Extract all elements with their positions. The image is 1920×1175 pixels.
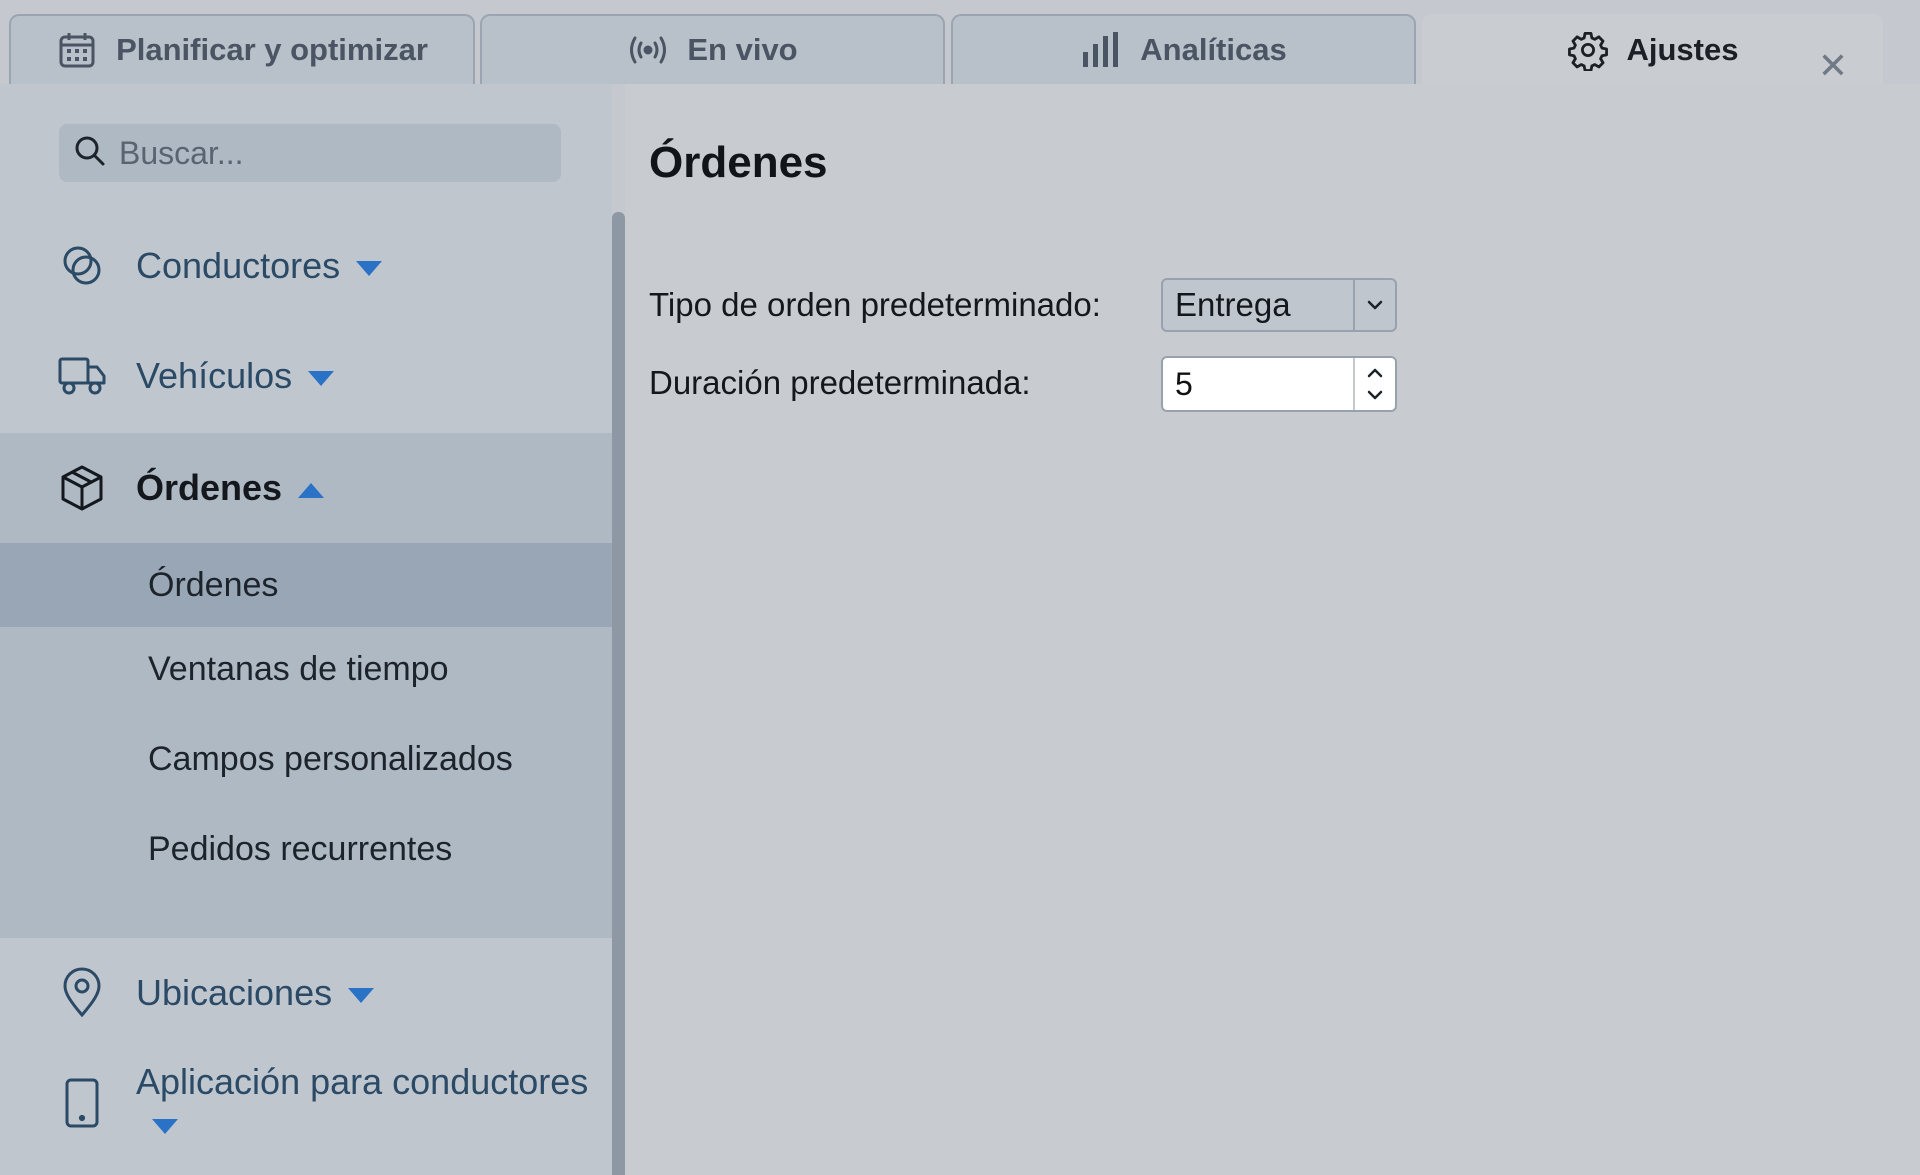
broadcast-icon [627, 29, 669, 71]
sidebar-item-drivers[interactable]: Conductores [0, 211, 612, 321]
gear-icon [1567, 29, 1609, 71]
bar-chart-icon [1080, 29, 1122, 71]
order-type-value: Entrega [1175, 286, 1291, 323]
sidebar-scrollbar[interactable] [612, 212, 625, 1175]
duration-input[interactable] [1163, 365, 1353, 403]
sidebar-item-orders[interactable]: Órdenes [0, 433, 612, 543]
page-title: Órdenes [649, 138, 828, 187]
map-pin-icon [56, 967, 108, 1019]
sidebar-subitem-orders[interactable]: Órdenes [0, 543, 612, 627]
drivers-icon [56, 240, 108, 292]
tab-live-label: En vivo [687, 32, 798, 67]
tab-bar: Planificar y optimizar En vivo Analítica… [0, 0, 1920, 86]
duration-stepper[interactable] [1161, 356, 1397, 412]
search-box[interactable] [59, 124, 561, 182]
search-icon [73, 134, 107, 173]
caret-down-icon [348, 987, 375, 1003]
settings-main-panel: Órdenes Tipo de orden predeterminado: En… [625, 84, 1920, 1175]
sidebar-item-vehicles[interactable]: Vehículos [0, 321, 612, 431]
close-icon[interactable]: ✕ [1813, 45, 1853, 86]
tab-live[interactable]: En vivo [480, 14, 945, 84]
order-type-label: Tipo de orden predeterminado: [649, 286, 1101, 323]
sidebar-subitem-time-windows[interactable]: Ventanas de tiempo [0, 627, 612, 711]
package-icon [56, 462, 108, 514]
caret-down-icon [356, 260, 383, 276]
caret-up-icon [298, 482, 325, 498]
tab-analytics[interactable]: Analíticas [951, 14, 1416, 84]
tab-plan-optimize[interactable]: Planificar y optimizar [9, 14, 475, 84]
orders-group: Órdenes Órdenes Ventanas de tiempo Campo… [0, 433, 612, 938]
caret-down-icon [152, 1118, 178, 1134]
tab-analytics-label: Analíticas [1140, 32, 1287, 67]
phone-icon [56, 1077, 108, 1129]
sidebar-item-label: Ubicaciones [136, 972, 375, 1014]
search-input[interactable] [119, 134, 539, 172]
stepper-buttons [1353, 358, 1395, 410]
tab-settings-label: Ajustes [1626, 32, 1739, 67]
sidebar-item-label: Aplicación para conductores [136, 1061, 612, 1145]
truck-icon [56, 350, 108, 402]
tab-plan-optimize-label: Planificar y optimizar [116, 32, 428, 67]
chevron-down-icon[interactable] [1366, 384, 1384, 406]
sidebar-subitem-custom-fields[interactable]: Campos personalizados [0, 717, 612, 801]
order-type-select[interactable]: Entrega [1161, 278, 1397, 332]
calendar-icon [56, 29, 98, 71]
sidebar-item-label: Conductores [136, 245, 383, 287]
sidebar-item-label: Vehículos [136, 355, 335, 397]
sidebar-item-label: Órdenes [136, 467, 325, 509]
duration-label: Duración predeterminada: [649, 364, 1031, 401]
sidebar-item-driver-app[interactable]: Aplicación para conductores [0, 1048, 612, 1158]
caret-down-icon [308, 370, 335, 386]
settings-sidebar: Conductores Vehículos Órdenes Órdenes Ve… [0, 84, 612, 1175]
chevron-up-icon[interactable] [1366, 362, 1384, 384]
sidebar-item-locations[interactable]: Ubicaciones [0, 938, 612, 1048]
sidebar-subitem-recurring-orders[interactable]: Pedidos recurrentes [0, 807, 612, 891]
chevron-down-icon [1353, 280, 1395, 330]
tab-settings[interactable]: Ajustes ✕ [1422, 14, 1883, 86]
